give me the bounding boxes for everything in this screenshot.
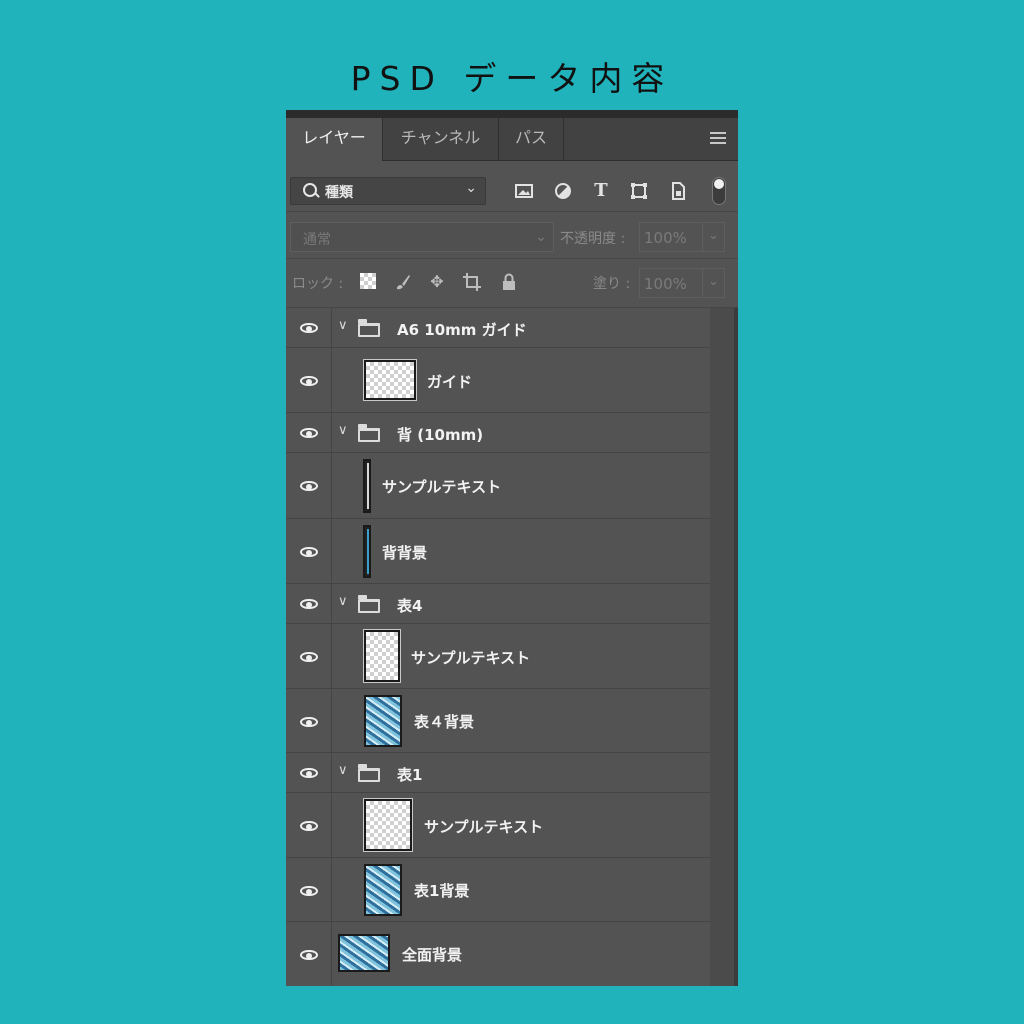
blend-mode-select[interactable]: 通常 ⌄ (290, 222, 554, 252)
visibility-eye-icon[interactable] (300, 886, 318, 896)
visibility-eye-icon[interactable] (300, 652, 318, 662)
brush-icon[interactable] (394, 273, 412, 291)
image-filter-icon[interactable] (514, 181, 534, 201)
tab-paths[interactable]: パス (499, 118, 564, 160)
lock-row: ロック : ✥ 塗り : 100% ⌄ (286, 259, 738, 308)
folder-icon (358, 424, 380, 442)
visibility-eye-icon[interactable] (300, 428, 318, 438)
layer-name: 表1 (397, 766, 423, 784)
fill-label: 塗り : (593, 276, 631, 292)
layer-thumbnail (364, 695, 402, 747)
visibility-eye-icon[interactable] (300, 481, 318, 491)
adjustment-filter-icon[interactable] (553, 181, 573, 201)
layer-list-scrollbar[interactable] (710, 308, 738, 986)
chevron-down-icon: ⌄ (708, 228, 719, 243)
lock-all-icon[interactable] (500, 273, 518, 291)
layer-thumbnail (363, 525, 371, 578)
filter-toggle[interactable] (712, 177, 726, 205)
tab-layers[interactable]: レイヤー (286, 118, 383, 161)
layer-group-row[interactable]: ∨ 背 (10mm) (286, 413, 710, 453)
search-icon (303, 183, 317, 197)
layer-name: 表４背景 (414, 713, 475, 731)
chevron-down-icon[interactable]: ∨ (338, 318, 348, 333)
layer-thumbnail (363, 798, 413, 852)
folder-icon (358, 764, 380, 782)
chevron-down-icon: ⌄ (535, 229, 547, 245)
shape-filter-icon[interactable] (629, 181, 649, 201)
layer-thumbnail (364, 864, 402, 916)
panel-tabs: レイヤー チャンネル パス (286, 118, 738, 161)
layer-row[interactable]: サンプルテキスト (286, 453, 710, 519)
chevron-down-icon: ⌄ (465, 180, 477, 196)
layer-name: 表1背景 (414, 882, 470, 900)
page-title: PSD データ内容 (350, 59, 674, 98)
panel-top-strip (286, 110, 738, 118)
folder-icon (358, 319, 380, 337)
layer-row[interactable]: サンプルテキスト (286, 624, 710, 689)
layer-row[interactable]: 全面背景 (286, 922, 710, 986)
move-icon[interactable]: ✥ (428, 273, 446, 291)
panel-menu-icon[interactable] (710, 132, 726, 147)
visibility-eye-icon[interactable] (300, 950, 318, 960)
layer-row[interactable]: 表1背景 (286, 858, 710, 922)
layer-row[interactable]: サンプルテキスト (286, 793, 710, 858)
visibility-eye-icon[interactable] (300, 821, 318, 831)
fill-value: 100% (644, 275, 687, 293)
layer-list: ∨ A6 10mm ガイド ガイド ∨ 背 (10mm) サンプルテキスト 背背… (286, 308, 710, 986)
chevron-down-icon: ⌄ (708, 274, 719, 289)
visibility-eye-icon[interactable] (300, 323, 318, 333)
layer-name: サンプルテキスト (411, 649, 531, 667)
layer-name: 背背景 (382, 544, 428, 562)
opacity-value: 100% (644, 229, 687, 247)
layer-thumbnail (363, 459, 371, 513)
layer-name: 背 (10mm) (397, 426, 484, 444)
artboard-lock-icon[interactable] (463, 273, 481, 291)
fill-input[interactable]: 100% ⌄ (639, 268, 725, 298)
tab-channels[interactable]: チャンネル (383, 118, 499, 160)
layer-row[interactable]: 表４背景 (286, 689, 710, 753)
layer-group-row[interactable]: ∨ 表4 (286, 584, 710, 624)
opacity-label: 不透明度 : (560, 231, 626, 247)
layer-group-row[interactable]: ∨ 表1 (286, 753, 710, 793)
text-filter-icon[interactable]: T (591, 181, 611, 201)
visibility-eye-icon[interactable] (300, 768, 318, 778)
visibility-eye-icon[interactable] (300, 599, 318, 609)
layer-thumbnail (363, 359, 417, 401)
smart-object-filter-icon[interactable] (668, 181, 688, 201)
lock-transparent-pixels-icon[interactable] (360, 273, 376, 289)
chevron-down-icon[interactable]: ∨ (338, 423, 348, 438)
layer-row[interactable]: 背背景 (286, 519, 710, 584)
filter-kind-label: 種類 (325, 185, 353, 201)
layers-panel: レイヤー チャンネル パス 種類 ⌄ T 通常 ⌄ 不透明度 : 100% ⌄ … (286, 110, 738, 986)
layer-name: サンプルテキスト (424, 818, 544, 836)
visibility-eye-icon[interactable] (300, 376, 318, 386)
layer-row[interactable]: ガイド (286, 348, 710, 413)
layer-thumbnail (338, 934, 390, 972)
layer-name: 全面背景 (402, 946, 463, 964)
visibility-eye-icon[interactable] (300, 547, 318, 557)
lock-label: ロック : (292, 276, 344, 292)
visibility-eye-icon[interactable] (300, 717, 318, 727)
layer-name: A6 10mm ガイド (397, 321, 527, 339)
layer-group-row[interactable]: ∨ A6 10mm ガイド (286, 308, 710, 348)
layer-name: ガイド (427, 373, 473, 391)
filter-kind-select[interactable]: 種類 ⌄ (290, 177, 486, 205)
layer-name: 表4 (397, 597, 423, 615)
folder-icon (358, 595, 380, 613)
blend-row: 通常 ⌄ 不透明度 : 100% ⌄ (286, 212, 738, 259)
filter-row: 種類 ⌄ T (286, 161, 738, 212)
chevron-down-icon[interactable]: ∨ (338, 594, 348, 609)
chevron-down-icon[interactable]: ∨ (338, 763, 348, 778)
blend-mode-value: 通常 (303, 232, 331, 248)
opacity-input[interactable]: 100% ⌄ (639, 222, 725, 252)
layer-name: サンプルテキスト (382, 478, 502, 496)
layer-thumbnail (363, 629, 401, 683)
